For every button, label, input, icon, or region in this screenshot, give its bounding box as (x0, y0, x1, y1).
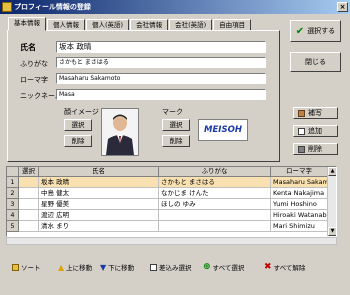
close-window-button[interactable]: × (337, 2, 348, 12)
row-number: 1 (7, 177, 19, 188)
sort-button[interactable]: ソート (12, 260, 41, 274)
mark-label: マーク (162, 108, 183, 116)
table-row[interactable]: 2 中島 健太 なかじま けんた Kenta Nakajima (7, 188, 336, 199)
title-bar: プロフィール情報の登録 × (0, 0, 350, 14)
filter-checkbox[interactable] (150, 263, 157, 271)
name-label: 氏名 (20, 43, 36, 52)
nickname-field[interactable]: Masa (56, 89, 266, 100)
row-roman: Yumi Hoshino (271, 199, 328, 210)
row-name: 中島 健太 (39, 188, 159, 199)
move-up-button[interactable]: ▲ 上に移動 (58, 260, 92, 274)
folder-icon (12, 263, 19, 271)
row-checkbox[interactable] (19, 177, 39, 188)
move-up-label: 上に移動 (66, 264, 93, 272)
profile-grid: 選択 氏名 ふりがな ローマ字 1 坂本 政晴 さかもと まさはる Masaha… (6, 166, 337, 237)
furigana-field[interactable]: さかもと まさはる (56, 57, 266, 68)
table-row[interactable]: 3 星野 優美 ほしの ゆみ Yumi Hoshino (7, 199, 336, 210)
romaji-label: ローマ字 (20, 76, 48, 84)
row-roman: Kenta Nakajima (271, 188, 328, 199)
row-checkbox[interactable] (19, 210, 39, 221)
add-button[interactable]: 追加 (293, 125, 338, 137)
row-kana: ほしの ゆみ (159, 199, 271, 210)
grid-vertical-scrollbar[interactable]: ▲ ▼ (327, 167, 336, 236)
company-mark-image: MEISOH (198, 119, 248, 141)
row-kana: なかじま けんた (159, 188, 271, 199)
delete-button[interactable]: 削除 (293, 143, 338, 155)
row-checkbox[interactable] (19, 199, 39, 210)
grid-header-roman[interactable]: ローマ字 (271, 167, 328, 177)
trash-icon (298, 145, 305, 153)
x-mark-icon: ✖ (264, 262, 272, 272)
app-icon (2, 2, 12, 12)
table-row[interactable]: 5 清水 まり Mari Shimizu (7, 221, 336, 232)
up-arrow-icon: ▲ (58, 262, 65, 272)
clear-all-label: すべて解除 (273, 264, 306, 272)
row-number: 3 (7, 199, 19, 210)
meisoh-logo: MEISOH (204, 125, 242, 135)
profile-window: プロフィール情報の登録 × 基本情報 個人情報 個人(英語) 会社情報 会社(英… (0, 0, 350, 295)
add-document-icon (298, 127, 305, 135)
row-name: 坂本 政晴 (39, 177, 159, 188)
confirm-select-button[interactable]: ✔ 選択する (290, 20, 341, 42)
move-down-label: 下に移動 (108, 264, 135, 272)
filter-select-label: 差込み選択 (159, 264, 192, 272)
checkmark-icon: ✔ (295, 25, 305, 37)
add-label: 追加 (308, 127, 322, 135)
filter-select-toggle[interactable]: 差込み選択 (150, 260, 192, 274)
row-roman: Mari Shimizu (271, 221, 328, 232)
scroll-up-arrow-icon[interactable]: ▲ (328, 167, 336, 176)
mark-delete-button[interactable]: 削除 (162, 135, 190, 147)
person-portrait-icon (102, 109, 138, 155)
name-field[interactable]: 坂本 政晴 (56, 41, 266, 53)
mark-select-button[interactable]: 選択 (162, 119, 190, 131)
basic-info-panel: 氏名 坂本 政晴 ふりがな さかもと まさはる ローマ字 Masaharu Sa… (7, 30, 280, 162)
window-title: プロフィール情報の登録 (14, 3, 91, 11)
edit-button[interactable]: 補写 (293, 107, 338, 119)
face-select-button[interactable]: 選択 (64, 119, 92, 131)
row-checkbox[interactable] (19, 221, 39, 232)
move-down-button[interactable]: ▼ 下に移動 (100, 260, 134, 274)
tab-basic-info[interactable]: 基本情報 (8, 17, 46, 31)
down-arrow-icon: ▼ (100, 262, 107, 272)
grid-header-kana[interactable]: ふりがな (159, 167, 271, 177)
clear-all-button[interactable]: ✖ すべて解除 (264, 260, 305, 274)
row-kana: さかもと まさはる (159, 177, 271, 188)
sort-label: ソート (21, 264, 41, 272)
row-name: 星野 優美 (39, 199, 159, 210)
confirm-select-label: 選択する (307, 27, 336, 35)
table-row[interactable]: 4 渡辺 広明 Hiroaki Watanabe (7, 210, 336, 221)
row-name: 清水 まり (39, 221, 159, 232)
select-all-label: すべて選択 (212, 264, 245, 272)
scroll-down-arrow-icon[interactable]: ▼ (328, 227, 336, 236)
grid-header-name[interactable]: 氏名 (39, 167, 159, 177)
row-kana (159, 221, 271, 232)
face-photo (101, 108, 139, 156)
plus-circle-icon: ⊕ (203, 262, 211, 272)
grid-header: 選択 氏名 ふりがな ローマ字 (7, 167, 336, 177)
furigana-label: ふりがな (20, 60, 48, 68)
row-kana (159, 210, 271, 221)
edit-label: 補写 (308, 109, 322, 117)
row-number: 4 (7, 210, 19, 221)
grid-header-select[interactable]: 選択 (19, 167, 39, 177)
face-delete-button[interactable]: 削除 (64, 135, 92, 147)
close-button[interactable]: 閉じる (290, 52, 341, 72)
row-name: 渡辺 広明 (39, 210, 159, 221)
grid-horizontal-scrollbar[interactable] (6, 237, 337, 245)
face-image-label: 顔イメージ (64, 108, 99, 116)
grid-header-rownum (7, 167, 19, 177)
tab-bar: 基本情報 個人情報 個人(英語) 会社情報 会社(英語) 自由項目 (8, 17, 252, 31)
delete-label: 削除 (308, 145, 322, 153)
romaji-field[interactable]: Masaharu Sakamoto (56, 73, 266, 84)
select-all-button[interactable]: ⊕ すべて選択 (203, 260, 244, 274)
row-roman: Masaharu Sakamoto (271, 177, 328, 188)
row-number: 5 (7, 221, 19, 232)
close-label: 閉じる (305, 58, 326, 66)
bottom-toolbar: ソート ▲ 上に移動 ▼ 下に移動 差込み選択 ⊕ すべて選択 ✖ すべて解除 (0, 250, 350, 295)
row-checkbox[interactable] (19, 188, 39, 199)
table-row[interactable]: 1 坂本 政晴 さかもと まさはる Masaharu Sakamoto (7, 177, 336, 188)
row-number: 2 (7, 188, 19, 199)
row-roman: Hiroaki Watanabe (271, 210, 328, 221)
edit-icon (298, 109, 305, 117)
